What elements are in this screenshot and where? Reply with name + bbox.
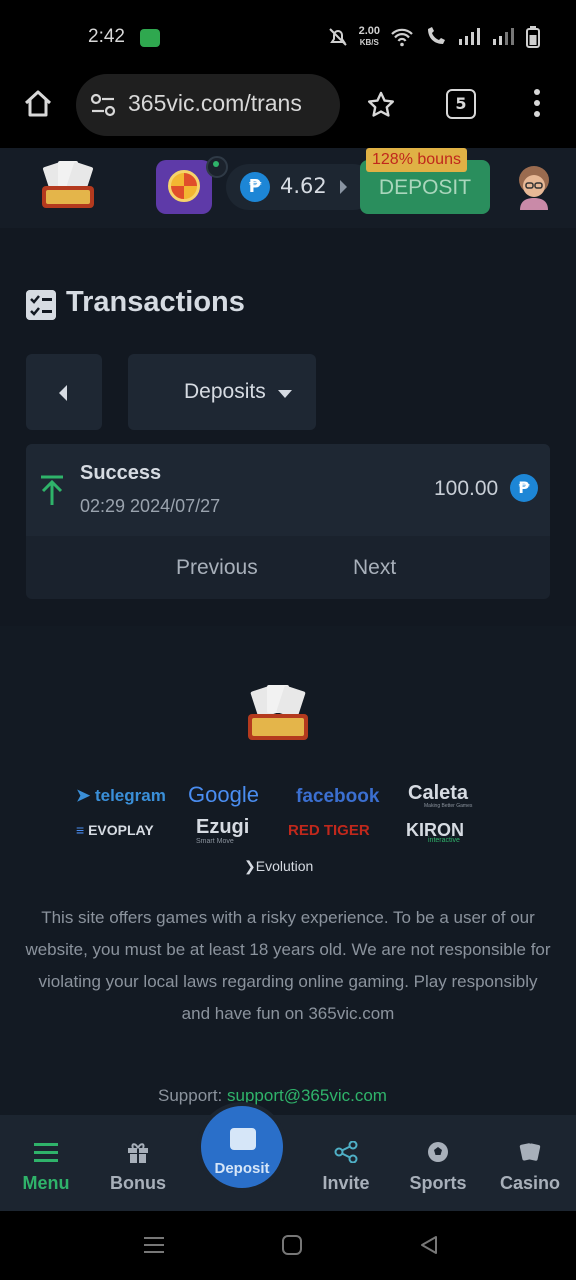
transaction-datetime: 02:29 2024/07/27 [80, 496, 221, 516]
partner-kiron-logo: KIRON interactive [406, 820, 464, 844]
bottom-navigation: Menu Bonus Invite Sports Casino [0, 1115, 576, 1211]
partner-caleta-text: Caleta [408, 782, 469, 804]
wallet-icon [230, 1128, 256, 1150]
address-bar[interactable]: 365vic.com/trans [76, 74, 340, 136]
network-speed-unit: KB/S [359, 38, 379, 47]
nav-sports-label: Sports [409, 1173, 467, 1193]
page-title: Transactions [66, 286, 245, 318]
signal-icon-1 [459, 28, 480, 45]
site-footer: ➤ telegram Google facebook Caleta Making… [0, 626, 576, 1116]
chevron-right-icon [340, 180, 347, 194]
cards-icon [519, 1143, 541, 1161]
status-time: 2:42 [88, 26, 125, 47]
mute-bell-icon [328, 28, 347, 46]
next-page-button[interactable]: Next [353, 556, 396, 580]
site-header: ₱ 4.62 DEPOSIT 128% bouns [0, 148, 576, 228]
home-icon[interactable] [22, 88, 54, 120]
age-disclaimer: This site offers games with a risky expe… [25, 908, 551, 1023]
partner-google-logo: Google [188, 782, 259, 807]
bookmark-star-icon[interactable] [366, 90, 396, 120]
partner-telegram-text: telegram [94, 786, 166, 805]
nav-deposit-button[interactable]: Deposit [197, 1102, 287, 1192]
wifi-calling-icon [428, 27, 445, 44]
lucky-wheel-button[interactable] [156, 156, 228, 214]
dropdown-selected-label: Deposits [184, 380, 266, 403]
wheel-icon [168, 170, 200, 202]
wheel-notification-dot [206, 156, 228, 178]
peso-coin-icon: ₱ [510, 474, 538, 502]
partner-caleta-subtitle: Making Better Games [424, 803, 473, 809]
nav-casino-label: Casino [499, 1173, 560, 1193]
site-logo[interactable] [36, 160, 100, 212]
bonus-badge: 128% bouns [366, 148, 467, 172]
nav-invite-label: Invite [322, 1173, 370, 1193]
nav-invite[interactable]: Invite [296, 1115, 396, 1211]
battery-icon [526, 26, 540, 48]
nav-bonus-label: Bonus [110, 1173, 166, 1193]
previous-page-button[interactable]: Previous [176, 556, 258, 580]
transaction-amount: 100.00 [434, 477, 499, 500]
partner-ezugi-text: Ezugi [196, 816, 250, 838]
overflow-menu-icon[interactable] [532, 88, 542, 118]
balance-amount: 4.62 [280, 174, 327, 198]
network-speed-value: 2.00 [358, 25, 380, 37]
url-text[interactable]: 365vic.com/trans [128, 90, 328, 117]
nav-casino[interactable]: Casino [480, 1115, 576, 1211]
share-icon [334, 1141, 358, 1163]
transaction-status: Success [80, 462, 162, 484]
nav-menu-label: Menu [22, 1173, 70, 1193]
deposit-arrow-up-icon [41, 475, 63, 505]
system-navigation-bar [0, 1211, 576, 1280]
signal-icon-2 [493, 28, 514, 45]
gift-icon [128, 1143, 148, 1163]
transaction-type-dropdown[interactable]: Deposits [128, 354, 316, 430]
checklist-icon [26, 290, 56, 320]
partner-evoplay-text: EVOPLAY [88, 822, 154, 838]
back-navigation-icon[interactable] [420, 1235, 438, 1255]
transaction-row[interactable]: Success 02:29 2024/07/27 100.00 ₱ [26, 444, 550, 536]
partner-ezugi-logo: Ezugi Smart Move [196, 816, 250, 845]
partner-kiron-subtitle: interactive [428, 837, 460, 844]
messages-notification-icon [140, 29, 160, 47]
partner-evoplay-logo: ≡ EVOPLAY [76, 822, 154, 838]
partner-telegram-logo: ➤ telegram [76, 786, 166, 805]
home-button-icon[interactable] [282, 1235, 302, 1255]
balance-pill[interactable]: ₱ 4.62 [226, 164, 376, 210]
partner-redtiger-logo: RED TIGER [288, 822, 370, 839]
user-avatar[interactable] [514, 164, 554, 210]
footer-logo [248, 685, 308, 740]
network-speed: 2.00 KB/S [359, 26, 380, 48]
browser-toolbar: 365vic.com/trans 5 [0, 74, 576, 148]
partner-facebook-logo: facebook [296, 786, 380, 807]
status-icons: 2.00 KB/S [327, 26, 540, 48]
nav-bonus[interactable]: Bonus [88, 1115, 188, 1211]
menu-icon [34, 1143, 58, 1162]
partner-evolution-logo: ❯Evolution [244, 858, 314, 874]
caret-down-icon [278, 390, 292, 398]
peso-coin-icon: ₱ [240, 172, 270, 202]
support-line: Support: support@365vic.com [158, 1086, 387, 1106]
nav-deposit-label: Deposit [214, 1160, 270, 1177]
caret-left-icon [59, 385, 67, 401]
soccer-ball-icon [428, 1142, 448, 1162]
recent-apps-icon[interactable] [144, 1235, 164, 1255]
nav-menu[interactable]: Menu [0, 1115, 96, 1211]
nav-sports[interactable]: Sports [388, 1115, 488, 1211]
back-button[interactable] [26, 354, 102, 430]
partner-caleta-logo: Caleta Making Better Games [408, 782, 472, 809]
status-bar: 2:42 2.00 KB/S [0, 0, 576, 74]
partner-ezugi-subtitle: Smart Move [196, 838, 234, 845]
transactions-card: Success 02:29 2024/07/27 100.00 ₱ Previo… [26, 444, 550, 599]
wifi-icon [391, 28, 413, 47]
site-settings-icon[interactable] [90, 92, 116, 118]
support-prefix: Support: [158, 1086, 227, 1105]
partner-evolution-text: Evolution [255, 858, 314, 874]
tab-switcher-button[interactable]: 5 [446, 89, 476, 119]
